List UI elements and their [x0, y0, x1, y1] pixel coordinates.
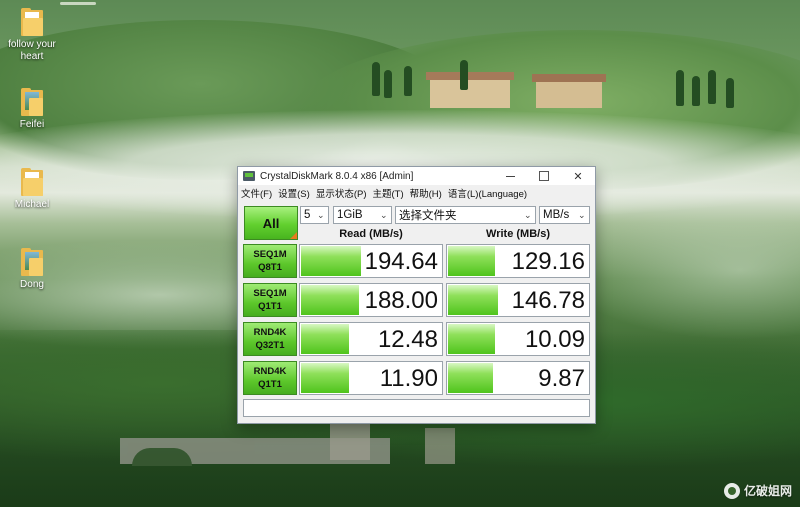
comment-field[interactable] [243, 399, 590, 417]
write-result-cell: 9.87 [446, 361, 590, 395]
controls-row: All 5 ⌄ 1GiB ⌄ 选择文件夹 ⌄ MB/s ⌄ [243, 206, 590, 240]
write-result-cell: 146.78 [446, 283, 590, 317]
folder-icon [21, 168, 43, 196]
drive-select[interactable]: 选择文件夹 ⌄ [395, 206, 536, 224]
menu-settings[interactable]: 设置(S) [275, 186, 313, 200]
read-value: 11.90 [379, 365, 438, 392]
write-value: 9.87 [538, 365, 585, 392]
write-column-header: Write (MB/s) [486, 228, 550, 240]
read-bar [301, 246, 361, 276]
read-bar [301, 363, 350, 393]
crystaldiskmark-window: CrystalDiskMark 8.0.4 x86 [Admin] ✕ 文件(F… [237, 166, 596, 424]
write-bar [448, 246, 495, 276]
write-result-cell: 129.16 [446, 244, 590, 278]
menu-bar: 文件(F) 设置(S) 显示状态(P) 主题(T) 帮助(H) 语言(L)(La… [238, 185, 595, 201]
title-bar[interactable]: CrystalDiskMark 8.0.4 x86 [Admin] ✕ [238, 167, 595, 185]
menu-file[interactable]: 文件(F) [238, 186, 275, 200]
test-button-seq1m-q1t1[interactable]: SEQ1M Q1T1 [243, 283, 297, 317]
desktop-icon-label: Dong [20, 279, 44, 290]
watermark-logo-icon [723, 482, 740, 499]
write-result-cell: 10.09 [446, 322, 590, 356]
read-bar [301, 285, 360, 315]
corner-marker-icon [290, 232, 297, 239]
chevron-down-icon: ⌄ [578, 210, 586, 220]
write-bar [448, 285, 498, 315]
read-result-cell: 12.48 [299, 322, 443, 356]
read-column-header: Read (MB/s) [339, 228, 403, 240]
minimize-button[interactable] [493, 167, 527, 185]
test-count-select[interactable]: 5 ⌄ [300, 206, 329, 224]
read-bar [301, 324, 350, 354]
chevron-down-icon: ⌄ [317, 210, 325, 220]
unit-select[interactable]: MB/s ⌄ [539, 206, 590, 224]
desktop-icon-feifei[interactable]: Feifei [0, 88, 64, 131]
menu-theme[interactable]: 主题(T) [369, 186, 406, 200]
write-bar [448, 324, 495, 354]
desktop-icon-follow-your-heart[interactable]: follow your heart [0, 8, 64, 63]
menu-help[interactable]: 帮助(H) [407, 186, 445, 200]
photo-folder-icon [21, 248, 43, 276]
chevron-down-icon: ⌄ [380, 210, 388, 220]
close-button[interactable]: ✕ [561, 167, 595, 185]
chevron-down-icon: ⌄ [524, 210, 532, 220]
maximize-icon [539, 171, 549, 181]
menu-language[interactable]: 语言(L)(Language) [445, 186, 530, 200]
test-button-rnd4k-q1t1[interactable]: RND4K Q1T1 [243, 361, 297, 395]
photo-folder-icon [21, 88, 43, 116]
read-value: 12.48 [377, 326, 438, 353]
desktop-icon-label: Feifei [19, 119, 45, 130]
write-value: 10.09 [524, 326, 585, 353]
write-value: 129.16 [511, 248, 585, 275]
test-button-seq1m-q8t1[interactable]: SEQ1M Q8T1 [243, 244, 297, 278]
test-button-rnd4k-q32t1[interactable]: RND4K Q32T1 [243, 322, 297, 356]
desktop-icon-dong[interactable]: Dong [0, 248, 64, 291]
folder-icon [21, 8, 43, 36]
read-value: 188.00 [364, 287, 438, 314]
window-title: CrystalDiskMark 8.0.4 x86 [Admin] [260, 170, 414, 182]
read-result-cell: 11.90 [299, 361, 443, 395]
watermark: 亿破姐网 [723, 482, 792, 499]
read-result-cell: 188.00 [299, 283, 443, 317]
close-icon: ✕ [573, 170, 583, 183]
menu-profile[interactable]: 显示状态(P) [313, 186, 370, 200]
app-icon [243, 171, 255, 181]
write-bar [448, 363, 494, 393]
write-value: 146.78 [511, 287, 585, 314]
taskbar-indicator [60, 2, 96, 5]
minimize-icon [505, 175, 515, 177]
read-result-cell: 194.64 [299, 244, 443, 278]
desktop-icon-label: follow your heart [8, 39, 56, 62]
all-button[interactable]: All [244, 206, 298, 240]
read-value: 194.64 [364, 248, 438, 275]
maximize-button[interactable] [527, 167, 561, 185]
test-size-select[interactable]: 1GiB ⌄ [333, 206, 392, 224]
desktop-icon-label: Michael [14, 199, 50, 210]
desktop-icon-michael[interactable]: Michael [0, 168, 64, 211]
